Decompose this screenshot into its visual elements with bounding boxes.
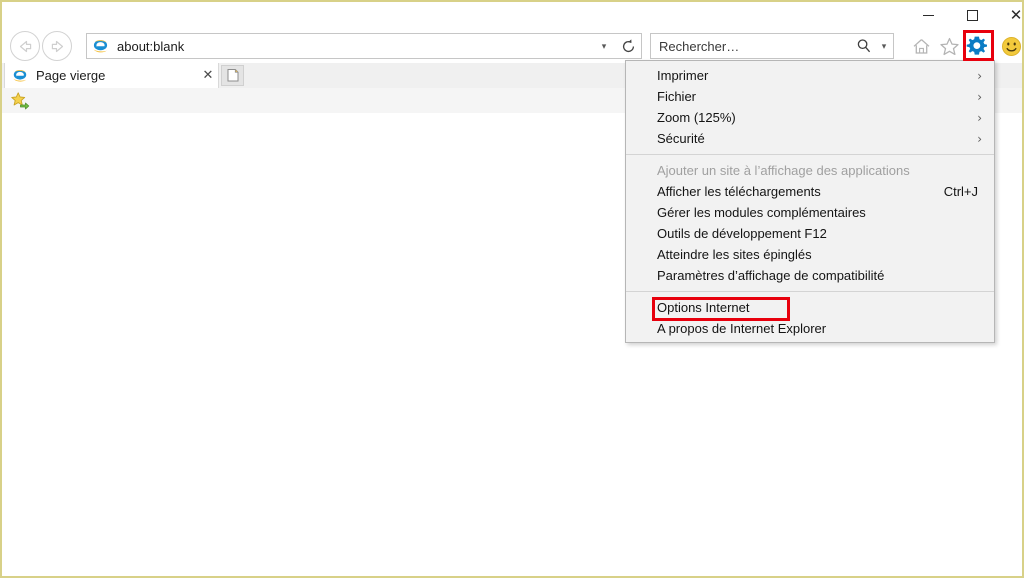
chevron-down-icon: ▾ bbox=[601, 40, 607, 51]
maximize-icon bbox=[966, 9, 978, 21]
minimize-button[interactable] bbox=[906, 2, 950, 28]
search-provider-dropdown[interactable]: ▾ bbox=[875, 41, 893, 52]
menu-item-label: Options Internet bbox=[657, 300, 750, 315]
address-dropdown-button[interactable]: ▾ bbox=[593, 41, 615, 52]
search-icon bbox=[857, 39, 871, 53]
menu-item-label: Ajouter un site à l’affichage des applic… bbox=[657, 163, 910, 178]
back-arrow-icon bbox=[19, 40, 31, 52]
address-bar[interactable]: about:blank ▾ bbox=[86, 33, 642, 59]
address-bar-text: about:blank bbox=[117, 38, 185, 54]
tab-page-vierge[interactable]: Page vierge ✕ bbox=[4, 63, 219, 88]
menu-item-label: Afficher les téléchargements bbox=[657, 184, 821, 199]
favorites-button[interactable] bbox=[936, 33, 962, 59]
menu-separator bbox=[626, 291, 994, 292]
chevron-down-icon: ▾ bbox=[881, 40, 887, 51]
menu-item[interactable]: Imprimer › bbox=[626, 65, 994, 86]
tools-menu-list: Imprimer › Fichier › Zoom (125%) › Sécurité › Aj… bbox=[626, 65, 994, 339]
menu-separator bbox=[626, 154, 994, 155]
maximize-button[interactable] bbox=[950, 2, 994, 28]
menu-item[interactable]: Sécurité › bbox=[626, 128, 994, 149]
search-placeholder-text: Rechercher… bbox=[659, 38, 740, 54]
home-button[interactable] bbox=[908, 33, 934, 59]
menu-item[interactable]: A propos de Internet Explorer bbox=[626, 318, 994, 339]
close-icon: ✕ bbox=[1009, 5, 1023, 24]
tools-menu: Imprimer › Fichier › Zoom (125%) › Sécurité › Aj… bbox=[625, 60, 995, 343]
new-tab-button[interactable] bbox=[221, 65, 244, 86]
menu-item[interactable]: Afficher les téléchargements Ctrl+J bbox=[626, 181, 994, 202]
smiley-icon bbox=[1001, 36, 1021, 56]
menu-item[interactable]: Zoom (125%) › bbox=[626, 107, 994, 128]
navigation-toolbar: about:blank ▾ Rechercher… ▾ bbox=[2, 28, 1022, 63]
star-icon bbox=[939, 37, 959, 55]
menu-item-label: Fichier bbox=[657, 89, 697, 104]
tab-close-button[interactable]: ✕ bbox=[198, 68, 218, 83]
menu-item-label: Sécurité bbox=[657, 131, 705, 146]
home-icon bbox=[913, 38, 929, 54]
menu-item: Ajouter un site à l’affichage des applic… bbox=[626, 160, 994, 181]
menu-item-label: Imprimer bbox=[657, 68, 709, 83]
search-input[interactable]: Rechercher… ▾ bbox=[650, 33, 894, 59]
chevron-right-icon: › bbox=[977, 131, 982, 146]
new-tab-icon bbox=[227, 69, 238, 82]
back-button[interactable] bbox=[10, 31, 40, 61]
close-button[interactable]: ✕ bbox=[994, 2, 1023, 28]
browser-window: ✕ about:blank ▾ Rechercher… ▾ Page vierg… bbox=[0, 0, 1024, 578]
menu-item-label: Zoom (125%) bbox=[657, 110, 736, 125]
menu-item[interactable]: Fichier › bbox=[626, 86, 994, 107]
forward-arrow-icon bbox=[51, 40, 63, 52]
menu-item[interactable]: Outils de développement F12 bbox=[626, 223, 994, 244]
gear-icon bbox=[966, 36, 987, 55]
search-button[interactable] bbox=[853, 38, 875, 54]
chevron-right-icon: › bbox=[977, 68, 982, 83]
internet-explorer-icon bbox=[13, 69, 27, 82]
menu-item[interactable]: Atteindre les sites épinglés bbox=[626, 244, 994, 265]
internet-explorer-icon bbox=[93, 39, 108, 52]
menu-item-label: Atteindre les sites épinglés bbox=[657, 247, 812, 262]
chevron-right-icon: › bbox=[977, 89, 982, 104]
menu-item-shortcut: Ctrl+J bbox=[943, 184, 978, 199]
menu-item[interactable]: Gérer les modules complémentaires bbox=[626, 202, 994, 223]
refresh-button[interactable] bbox=[615, 38, 641, 55]
menu-item-label: Gérer les modules complémentaires bbox=[657, 205, 866, 220]
feedback-button[interactable] bbox=[998, 33, 1022, 59]
menu-item-label: Paramètres d’affichage de compatibilité bbox=[657, 268, 885, 283]
menu-item-label: Outils de développement F12 bbox=[657, 226, 827, 241]
chevron-right-icon: › bbox=[977, 110, 982, 125]
tab-title: Page vierge bbox=[36, 68, 106, 83]
menu-item-label: A propos de Internet Explorer bbox=[657, 321, 827, 336]
menu-item[interactable]: Options Internet bbox=[626, 297, 994, 318]
refresh-icon bbox=[622, 38, 634, 52]
forward-button[interactable] bbox=[42, 31, 72, 61]
minimize-icon bbox=[922, 14, 934, 16]
title-bar: ✕ bbox=[2, 2, 1022, 28]
menu-item[interactable]: Paramètres d’affichage de compatibilité bbox=[626, 265, 994, 286]
add-to-favorites-icon[interactable] bbox=[10, 91, 30, 111]
tools-gear-button[interactable] bbox=[964, 33, 990, 59]
